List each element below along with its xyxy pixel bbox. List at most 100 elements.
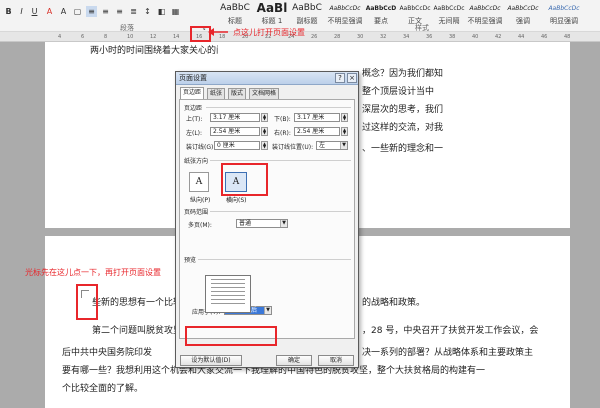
ruler-tick: 40 (472, 34, 479, 40)
style-name: 副标题 (296, 17, 318, 25)
style-preview: AaBl (256, 1, 288, 15)
ok-button[interactable]: 确定 (276, 355, 312, 366)
left-label: 左(L): (186, 130, 203, 137)
font-color-icon[interactable]: A (44, 6, 55, 17)
bottom-label: 下(B): (274, 116, 291, 123)
style-preview: AaBbCcD (365, 5, 397, 12)
chevron-down-icon: ▼ (264, 307, 271, 314)
style-tile[interactable]: AaBbCcDc 无间隔 (432, 0, 466, 28)
page-preview (205, 275, 251, 313)
text-line: ，28 号，中央召开了扶贫开发工作会议，会 (362, 326, 539, 336)
chevron-down-icon: ▼ (280, 220, 287, 227)
style-tile[interactable]: AaBbCcDc 不明显强调 (466, 0, 504, 28)
section-margins: 页边距 (184, 105, 203, 112)
gutter-pos-select[interactable]: 左 ▼ (316, 141, 348, 150)
style-tile[interactable]: AaBbCcD 要点 (364, 0, 398, 28)
style-tile[interactable]: AaBbCcDc 不明显强调 (326, 0, 364, 28)
style-preview: AaBbC (292, 3, 322, 13)
help-button[interactable]: ? (335, 73, 345, 83)
text-line: 些新的思想有一个比较 (92, 294, 182, 312)
style-tile[interactable]: AaBbC 标题 (218, 0, 252, 28)
text-line: 决一系列的部署？从战略体系和主要政策主 (362, 348, 534, 358)
top-margin-input[interactable]: 3.17 厘米 (210, 113, 260, 122)
style-name: 无间隔 (438, 17, 460, 25)
left-margin-input[interactable]: 2.54 厘米 (210, 127, 260, 136)
top-spin[interactable]: ▲ ▼ (261, 113, 268, 122)
multiple-pages-label: 多页(M): (188, 222, 212, 229)
chevron-down-icon: ▼ (340, 142, 347, 149)
ruler-tick: 42 (495, 34, 502, 40)
multiple-pages-select[interactable]: 普通 ▼ (236, 219, 288, 228)
tab-paper[interactable]: 纸张 (207, 88, 226, 99)
style-tile[interactable]: AaBbCcDc 明显强调 (544, 0, 584, 28)
line-spacing-icon[interactable]: ↕ (142, 6, 153, 17)
gutter-label: 装订线(G): (186, 144, 216, 151)
left-spin[interactable]: ▲ ▼ (261, 127, 268, 136)
ruler-tick: 38 (449, 34, 456, 40)
bold-button[interactable]: B (3, 6, 14, 17)
landscape-label: 横向(S) (226, 197, 247, 204)
tab-layout[interactable]: 版式 (228, 88, 247, 99)
tab-margins[interactable]: 页边距 (180, 87, 205, 99)
gutter-spin[interactable]: ▲ ▼ (261, 141, 268, 150)
style-name: 不明显强调 (327, 17, 363, 25)
style-preview: AaBbCcDc (548, 5, 580, 12)
ruler-tick: 28 (334, 34, 341, 40)
text-line: 第二个问题叫脱贫攻坚 (92, 326, 183, 336)
style-tile[interactable]: AaBbCcDc 强调 (506, 0, 540, 28)
close-button[interactable]: × (347, 73, 357, 83)
ruler-tick: 48 (564, 34, 571, 40)
style-name: 强调 (516, 17, 530, 25)
ruler-tick: 6 (81, 34, 85, 40)
text-line: 整个顶层设计当中 (362, 87, 435, 97)
ruler-tick: 30 (357, 34, 364, 40)
text-effect-icon[interactable]: A (58, 6, 69, 17)
gutter-pos-value: 左 (319, 142, 326, 149)
style-tile[interactable]: AaBbC 副标题 (290, 0, 324, 28)
text-line: 的战略和政策。 (362, 298, 426, 308)
border-icon[interactable]: ▢ (72, 6, 83, 17)
text-line: 个比较全面的了解。 (62, 384, 144, 394)
cancel-button[interactable]: 取消 (318, 355, 354, 366)
borders-icon[interactable]: ▦ (170, 6, 181, 17)
ribbon-row: B I U A A ▢ ≡ ≡ ≡ ≣ ↕ ◧ ▦ AaBbC 标题 AaBl 标题… (0, 0, 600, 25)
style-preview: AaBbCcDc (329, 5, 361, 12)
divider (210, 160, 351, 161)
ruler-tick: 10 (127, 34, 134, 40)
right-margin-input[interactable]: 2.54 厘米 (294, 127, 340, 136)
cursor-highlight (76, 284, 98, 320)
text-line: 、一些新的理念和一 (362, 144, 444, 154)
shading-icon[interactable]: ◧ (156, 6, 167, 17)
bottom-spin[interactable]: ▲ ▼ (341, 113, 348, 122)
style-preview: AaBbCcDc (507, 5, 539, 12)
set-default-button[interactable]: 设为默认值(D) (180, 355, 242, 366)
underline-button[interactable]: U (29, 6, 40, 17)
portrait-icon[interactable]: A (189, 172, 209, 192)
ruler-tick: 36 (426, 34, 433, 40)
page-setup-dialog: 页面设置 ? × 页边距 纸张 版式 文档网格 页边距 上(T): 3.17 厘… (175, 71, 359, 368)
annotation-cursor-hint: 光标先在这儿点一下，再打开页面设置 (25, 268, 161, 277)
align-right-icon[interactable]: ≡ (114, 6, 125, 17)
align-left-icon[interactable]: ≡ (86, 6, 97, 17)
text-line: 后中共中央国务院印发 (62, 348, 153, 358)
tab-doc-grid[interactable]: 文档网格 (249, 88, 280, 99)
portrait-label: 纵向(P) (190, 197, 211, 204)
italic-button[interactable]: I (16, 6, 27, 17)
align-center-icon[interactable]: ≡ (100, 6, 111, 17)
justify-icon[interactable]: ≣ (128, 6, 139, 17)
ruler-tick: 26 (311, 34, 318, 40)
gutter-input[interactable]: 0 厘米 (214, 141, 260, 150)
style-tile[interactable]: AaBl 标题 1 (254, 0, 290, 28)
dialog-title: 页面设置 (179, 74, 207, 82)
dialog-titlebar[interactable]: 页面设置 ? × (176, 72, 358, 85)
ruler-tick: 8 (104, 34, 108, 40)
text-line: 两小时的时间围绕着大家关心的问题。第一，脱贫攻坚的新形 (90, 46, 218, 56)
gutter-pos-label: 装订线位置(U): (272, 144, 314, 151)
style-name: 不明显强调 (467, 17, 503, 25)
bottom-margin-input[interactable]: 3.17 厘米 (294, 113, 340, 122)
right-label: 右(R): (274, 130, 291, 137)
annotation-open-page-setup: 点这儿打开页面设置 (233, 28, 305, 37)
right-spin[interactable]: ▲ ▼ (341, 127, 348, 136)
section-orientation: 纸张方向 (184, 158, 209, 165)
style-name: 标题 1 (261, 17, 283, 25)
